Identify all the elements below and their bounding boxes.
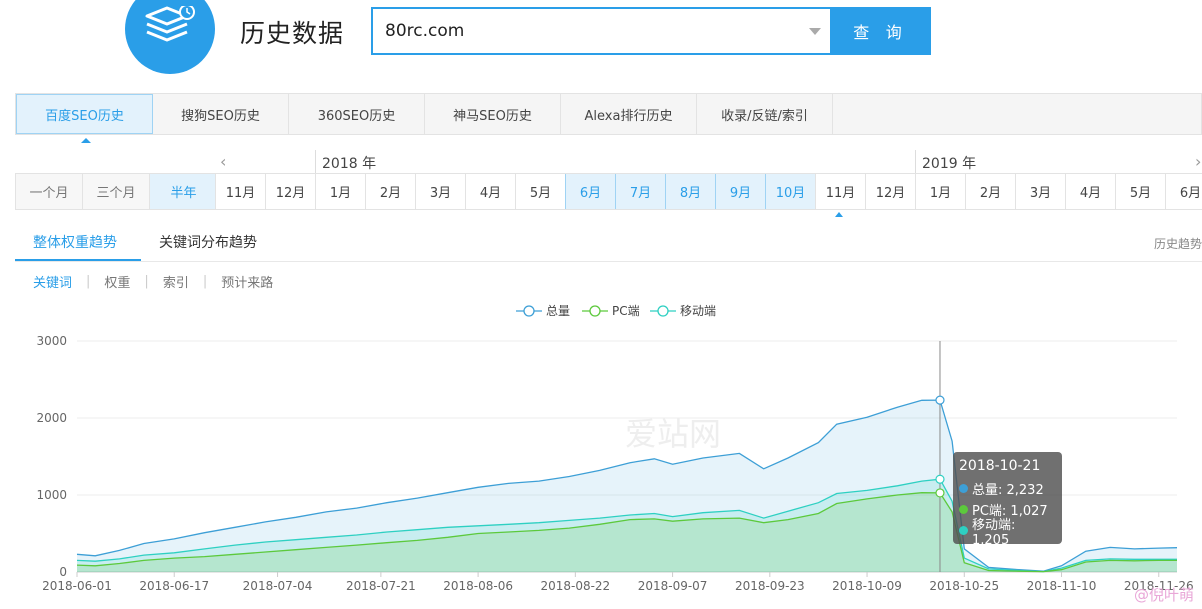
legend-label[interactable]: 总量 [546,304,570,318]
tab-alexa-rank[interactable]: Alexa排行历史 [561,94,697,134]
x-tick-label: 2018-08-22 [540,579,610,593]
search-input[interactable] [373,11,793,51]
x-tick-label: 2018-10-09 [832,579,902,593]
month-19[interactable]: 6月 [1165,174,1202,209]
chart-tooltip: 2018-10-21 总量: 2,232 PC端: 1,027 移动端: 1,2… [953,452,1062,548]
month-14[interactable]: 1月 [915,174,965,209]
legend-marker [589,305,601,317]
month-12[interactable]: 11月 [815,174,865,209]
mobile-dot-icon [959,526,968,535]
filter-index[interactable]: 索引 [163,272,189,291]
hover-point-1 [935,488,945,498]
corner-watermark: @倪叶萌 [1133,586,1194,604]
x-tick-label: 2018-08-06 [443,579,513,593]
tooltip-row-total: 总量: 2,232 [959,478,1056,499]
range-one-month[interactable]: 一个月 [16,174,83,209]
tab-360-seo[interactable]: 360SEO历史 [289,94,425,134]
legend-marker [523,305,535,317]
month-17[interactable]: 4月 [1065,174,1115,209]
month-8[interactable]: 7月 [615,174,665,209]
month-6[interactable]: 5月 [515,174,565,209]
month-16[interactable]: 3月 [1015,174,1065,209]
year-label-2019: 2019 年 [922,156,977,172]
tab-overall-weight-trend[interactable]: 整体权重趋势 [33,232,117,252]
year-label-2018: 2018 年 [322,156,377,172]
filter-separator: | [144,274,149,289]
legend-marker [657,305,669,317]
tab-index-backlinks[interactable]: 收录/反链/索引 [697,94,833,134]
filter-separator: | [86,274,91,289]
x-tick-label: 2018-09-23 [735,579,805,593]
hover-point-2 [935,474,945,484]
month-2[interactable]: 1月 [315,174,365,209]
dropdown-caret-icon[interactable] [809,28,821,35]
timeline-prev-icon[interactable]: ‹ [220,152,226,171]
tab-baidu-seo[interactable]: 百度SEO历史 [16,94,153,134]
range-half-year[interactable]: 半年 [150,174,217,209]
x-tick-label: 2018-06-17 [139,579,209,593]
month-timeline: 11月 12月 1月 2月 3月 4月 5月 6月 7月 8月 9月 10月 11月 12月 1月 2月 3月 4… [215,173,1202,210]
year-divider [915,150,916,173]
month-4[interactable]: 3月 [415,174,465,209]
month-0[interactable]: 11月 [215,174,265,209]
month-9[interactable]: 8月 [665,174,715,209]
database-stack-icon [145,6,195,42]
month-11[interactable]: 10月 [765,174,815,209]
seo-history-tabs: 百度SEO历史 搜狗SEO历史 360SEO历史 神马SEO历史 Alexa排行… [15,93,1202,135]
legend-label[interactable]: PC端 [612,304,640,318]
month-13[interactable]: 12月 [865,174,915,209]
month-15[interactable]: 2月 [965,174,1015,209]
trend-subtabs: 整体权重趋势 关键词分布趋势 历史趋势 [15,227,1202,262]
x-tick-label: 2018-10-25 [929,579,999,593]
hover-point-0 [935,395,945,405]
watermark: 爱站网 [625,415,721,453]
active-subtab-underline [15,259,141,261]
filter-weight[interactable]: 权重 [104,272,130,291]
active-tab-indicator [81,138,91,143]
year-divider [315,150,316,173]
y-tick-label: 2000 [36,411,67,425]
tooltip-row-mobile: 移动端: 1,205 [959,518,1056,548]
selected-month-indicator [835,212,843,217]
month-1[interactable]: 12月 [265,174,315,209]
filter-estimated-traffic[interactable]: 预计来路 [221,272,273,291]
page-title: 历史数据 [240,19,345,48]
pc-dot-icon [959,505,968,514]
search-button[interactable]: 查 询 [830,7,931,55]
legend-label[interactable]: 移动端 [680,304,716,318]
x-tick-label: 2018-07-21 [346,579,416,593]
tab-shenma-seo[interactable]: 神马SEO历史 [425,94,561,134]
range-selector: 一个月 三个月 半年 [15,173,218,210]
search-box [371,7,831,55]
month-5[interactable]: 4月 [465,174,515,209]
x-tick-label: 2018-09-07 [638,579,708,593]
x-tick-label: 2018-07-04 [243,579,313,593]
x-tick-label: 2018-11-10 [1027,579,1097,593]
chart-legend: 总量 PC端 移动端 [516,304,716,318]
range-three-months[interactable]: 三个月 [83,174,150,209]
history-trend-link[interactable]: 历史趋势 [1154,235,1202,252]
month-3[interactable]: 2月 [365,174,415,209]
tooltip-total: 总量: 2,232 [972,483,1044,498]
y-tick-label: 1000 [36,488,67,502]
tab-keyword-distribution-trend[interactable]: 关键词分布趋势 [159,232,257,252]
tooltip-mobile: 移动端: 1,205 [972,517,1016,548]
chart-x-axis: 2018-06-01 2018-06-17 2018-07-04 2018-07-21… [42,572,1194,593]
timeline-next-icon[interactable]: › [1195,152,1201,171]
month-7[interactable]: 6月 [565,174,615,209]
filter-separator: | [202,274,208,289]
tooltip-date: 2018-10-21 [959,458,1041,474]
x-tick-label: 2018-06-01 [42,579,112,593]
metric-filters: 关键词 | 权重 | 索引 | 预计来路 [33,272,273,291]
y-tick-label: 0 [59,565,67,579]
filter-keywords[interactable]: 关键词 [33,272,72,291]
tab-sogou-seo[interactable]: 搜狗SEO历史 [153,94,289,134]
month-10[interactable]: 9月 [715,174,765,209]
y-tick-label: 3000 [36,334,67,348]
logo [125,0,215,74]
month-18[interactable]: 5月 [1115,174,1165,209]
total-dot-icon [959,484,968,493]
